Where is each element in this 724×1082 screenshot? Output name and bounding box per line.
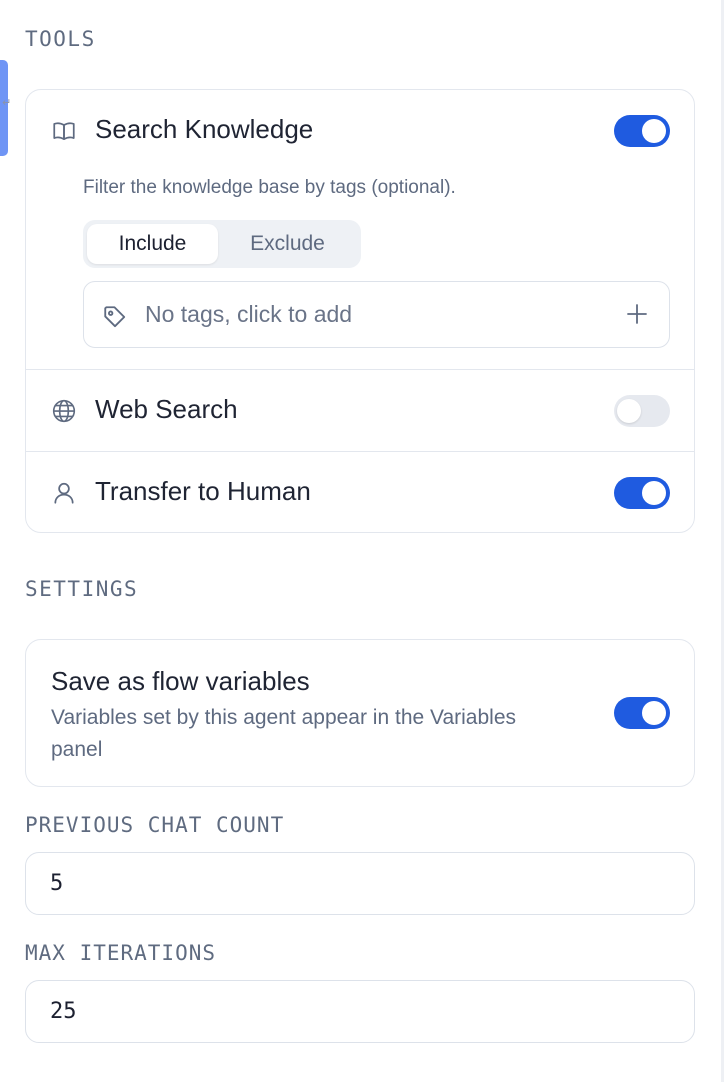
tools-section-label: TOOLS [25,27,96,51]
include-tab[interactable]: Include [87,224,218,264]
transfer-to-human-toggle[interactable] [614,477,670,509]
flow-variables-title: Save as flow variables [51,666,310,696]
toggle-knob [642,481,666,505]
max-iterations-input[interactable] [25,980,695,1043]
flow-variables-description: Variables set by this agent appear in th… [51,706,517,761]
tag-filter-mode: Include Exclude [83,220,361,268]
exclude-tab[interactable]: Exclude [218,224,357,264]
book-icon [53,122,75,140]
toggle-knob [642,119,666,143]
globe-icon [52,399,76,423]
previous-chat-count-label: PREVIOUS CHAT COUNT [25,813,285,837]
return-arrow-icon: ↵ [2,97,12,109]
tag-icon [104,306,126,328]
tool-title-transfer-to-human: Transfer to Human [95,476,311,506]
web-search-toggle[interactable] [614,395,670,427]
tags-input[interactable]: No tags, click to add [83,281,670,348]
previous-chat-count-input[interactable] [25,852,695,915]
flow-variables-card: Save as flow variables Variables set by … [25,639,695,787]
flow-variables-toggle[interactable] [614,697,670,729]
tool-title-search-knowledge: Search Knowledge [95,114,314,144]
divider [26,451,694,452]
tag-filter-hint: Filter the knowledge base by tags (optio… [83,177,456,198]
toggle-knob [642,701,666,725]
tools-card: Search Knowledge Filter the knowledge ba… [25,89,695,533]
toggle-knob [617,399,641,423]
settings-section-label: SETTINGS [25,577,139,601]
divider [26,369,694,370]
tool-title-web-search: Web Search [95,394,238,424]
max-iterations-label: MAX ITERATIONS [25,941,217,965]
user-icon [54,482,74,504]
search-knowledge-toggle[interactable] [614,115,670,147]
add-tag-icon[interactable] [625,302,649,326]
tags-placeholder: No tags, click to add [145,301,353,327]
